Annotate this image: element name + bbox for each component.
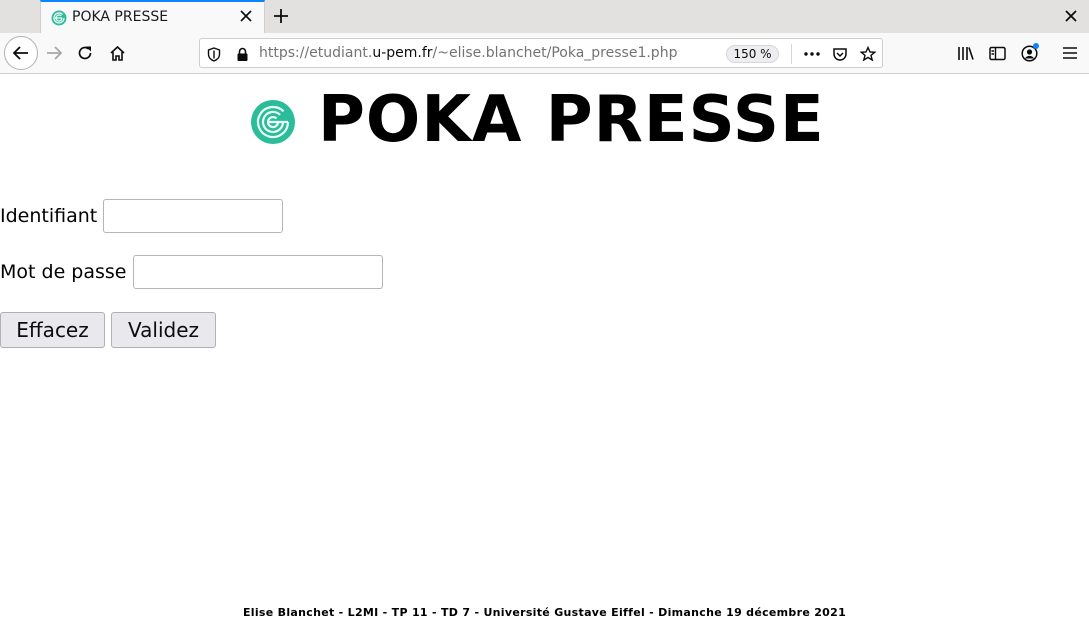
username-input[interactable]	[103, 199, 284, 233]
password-input[interactable]	[132, 255, 383, 289]
more-dots-icon[interactable]	[803, 45, 821, 63]
hamburger-menu-icon[interactable]	[1054, 37, 1086, 69]
submit-button[interactable]: Validez	[111, 312, 216, 348]
site-title: POKA PRESSE	[318, 83, 825, 157]
arrow-left-icon[interactable]	[4, 36, 38, 70]
arrow-right-icon[interactable]	[38, 37, 70, 69]
account-notification-dot	[1033, 43, 1039, 49]
password-label: Mot de passe	[0, 261, 127, 283]
poka-favicon-icon	[51, 10, 67, 26]
lock-icon[interactable]	[233, 45, 251, 63]
url-text[interactable]: https://etudiant.u-pem.fr/~elise.blanche…	[259, 45, 677, 61]
zoom-level-badge[interactable]: 150 %	[726, 45, 779, 63]
page-footer: Elise Blanchet - L2MI - TP 11 - TD 7 - U…	[242, 606, 847, 619]
home-icon[interactable]	[101, 37, 133, 69]
window-close-icon[interactable]	[1061, 6, 1081, 26]
username-label: Identifiant	[0, 205, 98, 227]
url-path: /~elise.blanchet/Poka_presse1.php	[432, 45, 678, 61]
browser-tab[interactable]: POKA PRESSE	[40, 0, 265, 34]
close-icon[interactable]	[236, 6, 256, 26]
site-header: POKA PRESSE	[250, 80, 825, 160]
username-row: Identifiant	[0, 199, 284, 233]
library-icon[interactable]	[949, 37, 981, 69]
tab-strip: POKA PRESSE	[0, 0, 1089, 34]
sidebar-icon[interactable]	[981, 37, 1013, 69]
reload-icon[interactable]	[69, 37, 101, 69]
poka-logo-icon	[251, 100, 295, 144]
plus-icon[interactable]	[269, 4, 293, 28]
reset-button[interactable]: Effacez	[0, 312, 105, 348]
nav-toolbar: https://etudiant.u-pem.fr/~elise.blanche…	[0, 33, 1089, 74]
password-row: Mot de passe	[0, 255, 383, 289]
account-icon[interactable]	[1013, 37, 1045, 69]
page-content: POKA PRESSE Identifiant Mot de passe Eff…	[0, 75, 1089, 622]
url-bar-separator	[791, 44, 792, 64]
url-host: u-pem.fr	[372, 45, 433, 61]
star-icon[interactable]	[859, 45, 877, 63]
url-bar[interactable]: https://etudiant.u-pem.fr/~elise.blanche…	[199, 38, 883, 68]
shield-icon[interactable]	[205, 45, 223, 63]
tab-title: POKA PRESSE	[72, 9, 169, 25]
pocket-icon[interactable]	[831, 45, 849, 63]
url-prefix: https://etudiant.	[259, 45, 373, 61]
